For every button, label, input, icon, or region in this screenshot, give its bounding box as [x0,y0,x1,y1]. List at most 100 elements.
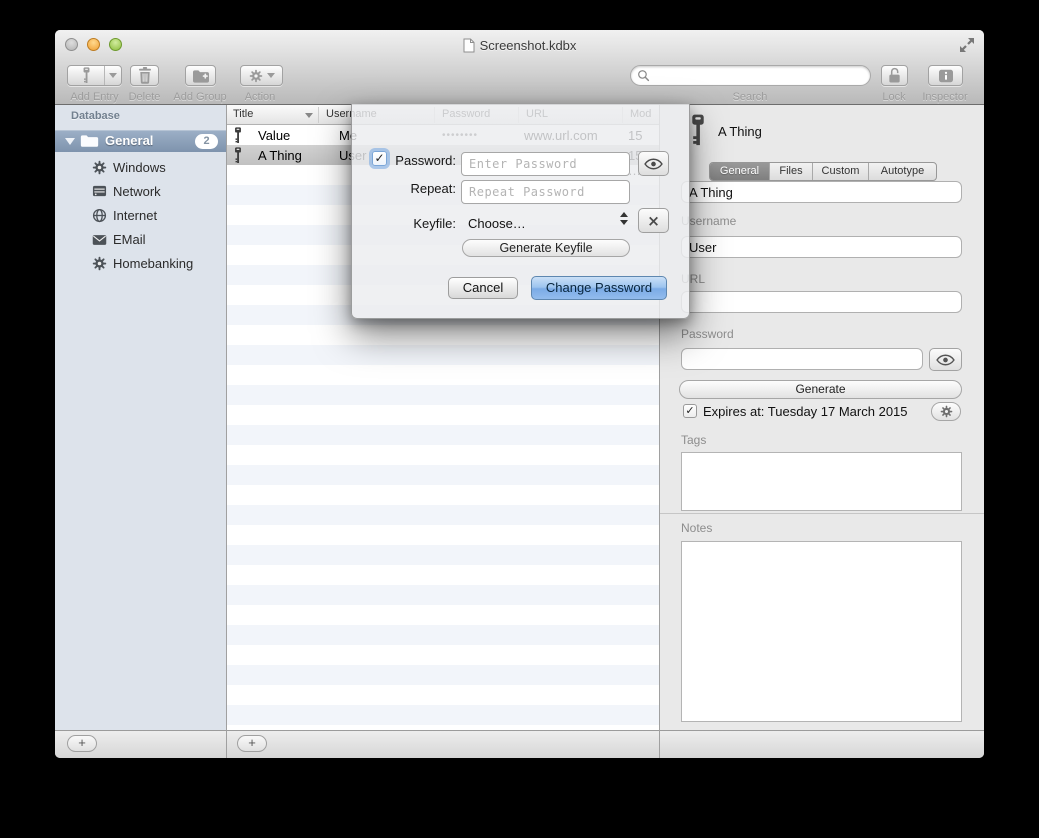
fullscreen-icon[interactable] [958,36,976,54]
expires-checkbox[interactable] [683,404,697,418]
sidebar-item-email[interactable]: EMail [55,228,226,252]
delete-button[interactable] [130,65,159,86]
plus-icon: + [248,735,256,750]
chevron-down-icon [267,73,275,78]
add-entry-plus-button[interactable]: + [237,735,267,752]
sidebar-group-general[interactable]: General 2 [55,130,226,152]
disclosure-triangle-icon[interactable] [65,138,75,145]
column-divider[interactable] [318,107,319,123]
envelope-icon [92,234,107,246]
generate-keyfile-button[interactable]: Generate Keyfile [462,239,630,257]
clear-keyfile-button[interactable]: × [638,208,669,233]
url-field[interactable] [681,291,962,313]
tab-general[interactable]: General [710,163,769,180]
action-label: Action [230,91,290,103]
dialog-password-field[interactable] [461,152,630,176]
document-icon [463,38,475,53]
bottom-bar [55,730,984,758]
tags-input[interactable] [682,453,961,510]
key-icon [234,127,242,144]
gear-icon [92,160,107,175]
key-icon [234,147,242,164]
notes-label: Notes [681,521,712,535]
sort-indicator-icon [305,113,313,118]
eye-icon [936,354,955,366]
password-label: Password [681,327,734,341]
sidebar-item-network[interactable]: Network [55,180,226,204]
entry-count-badge: 2 [195,134,218,149]
sidebar-section-header: Database [71,110,120,122]
keyfile-popup-value[interactable]: Choose… [468,216,526,231]
notes-input[interactable] [682,542,961,721]
password-field[interactable] [681,348,923,370]
inspector-entry-title: A Thing [718,124,762,139]
dialog-reveal-password-button[interactable] [638,151,669,176]
tab-autotype[interactable]: Autotype [868,163,936,180]
dialog-repeat-input[interactable] [462,181,629,203]
expires-label: Expires at: Tuesday 17 March 2015 [703,404,908,419]
folder-icon [80,134,99,148]
lock-label: Lock [866,91,922,103]
gear-icon [940,405,953,418]
reveal-password-button[interactable] [929,348,962,371]
lock-open-icon [887,67,902,84]
popup-stepper-icon[interactable] [620,212,628,225]
add-entry-button[interactable] [67,65,122,86]
dialog-password-input[interactable] [462,153,629,175]
titlebar: Screenshot.kdbx [55,37,984,54]
gear-icon [249,69,263,83]
add-group-plus-button[interactable]: + [67,735,97,752]
eye-icon [644,158,663,170]
trash-icon [138,67,152,84]
globe-icon [92,208,107,223]
inspector-label: Inspector [917,91,973,103]
close-icon: × [647,212,660,230]
action-button[interactable] [240,65,283,86]
window-title: Screenshot.kdbx [480,38,577,53]
title-field[interactable] [681,181,962,203]
password-input[interactable] [682,349,922,369]
change-password-dialog: Password: Repeat: Keyfile: Choose… × Gen… [351,104,690,319]
sidebar-item-windows[interactable]: Windows [55,156,226,180]
generate-password-button[interactable]: Generate [679,380,962,399]
notes-box[interactable] [681,541,962,722]
cancel-button[interactable]: Cancel [448,277,518,299]
sidebar: Database General 2 Windows Network Inter… [55,105,226,730]
dialog-repeat-label: Repeat: [360,181,456,196]
tags-box[interactable] [681,452,962,511]
search-field[interactable] [630,65,871,86]
username-input[interactable] [682,237,961,257]
add-group-button[interactable] [185,65,216,86]
key-icon [690,114,706,147]
sidebar-item-homebanking[interactable]: Homebanking [55,252,226,276]
gear-icon [92,256,107,271]
column-header-title[interactable]: Title [233,108,253,120]
inspector-tabs: General Files Custom Autotype [709,162,937,181]
search-input[interactable] [654,68,864,84]
url-input[interactable] [682,292,961,312]
tags-label: Tags [681,433,706,447]
username-field[interactable] [681,236,962,258]
info-icon [938,69,954,83]
delete-label: Delete [117,91,172,103]
chevron-down-icon [109,73,117,78]
key-icon [81,67,92,84]
dialog-keyfile-label: Keyfile: [360,216,456,231]
title-input[interactable] [682,182,961,202]
sidebar-item-label: Windows [113,160,166,175]
inspector-toggle-button[interactable] [928,65,963,86]
screenshot-background: Screenshot.kdbx Add Entry Delete Add Gro… [0,0,1039,838]
tab-custom[interactable]: Custom [812,163,868,180]
dialog-password-label: Password: [360,153,456,168]
app-window: Screenshot.kdbx Add Entry Delete Add Gro… [55,30,984,758]
section-divider [660,513,984,514]
lock-button[interactable] [881,65,908,86]
change-password-button[interactable]: Change Password [531,276,667,300]
server-icon [92,184,107,198]
cell-title: A Thing [258,148,302,163]
dialog-repeat-field[interactable] [461,180,630,204]
sidebar-item-label: Network [113,184,161,199]
tab-files[interactable]: Files [769,163,812,180]
sidebar-item-internet[interactable]: Internet [55,204,226,228]
expires-options-button[interactable] [931,402,961,421]
